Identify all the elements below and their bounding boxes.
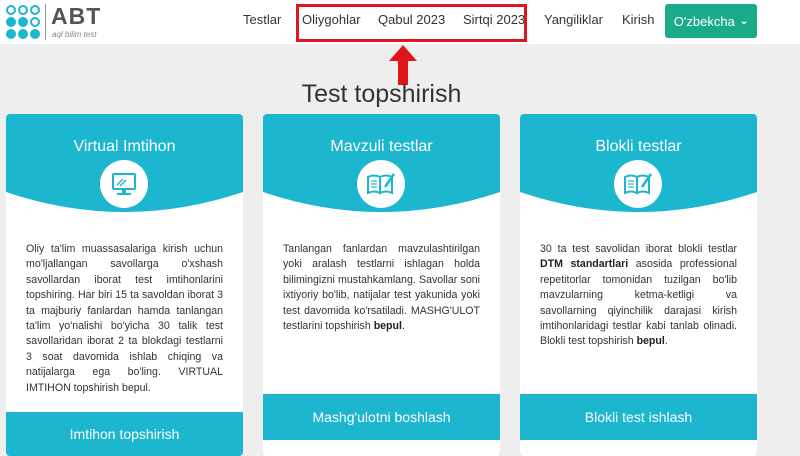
nav-item-yangiliklar[interactable]: Yangiliklar [544, 12, 603, 27]
card-description: Oliy ta'lim muassasalariga kirish uchun … [26, 243, 223, 394]
language-label: O'zbekcha [673, 13, 735, 29]
logo-subtitle: aql bilim test [52, 30, 97, 39]
top-navbar: ABT aql bilim test Testlar Oliygohlar Qa… [0, 0, 800, 44]
page-title: Test topshirish [301, 80, 462, 108]
imtihon-topshirish-button[interactable]: Imtihon topshirish [6, 412, 243, 456]
site-logo[interactable]: ABT aql bilim test [6, 3, 106, 40]
card-title: Virtual Imtihon [73, 138, 176, 155]
card-virtual-imtihon: Virtual Imtihon Oliy ta'lim muassasalari… [6, 114, 243, 456]
card-blokli-testlar: Blokli testlar 30 ta test savolidan ibor… [520, 114, 757, 456]
nav-item-kirish[interactable]: Kirish [622, 12, 655, 27]
book-pen-icon [614, 160, 662, 208]
book-pen-icon [357, 160, 405, 208]
card-mavzuli-testlar: Mavzuli testlar Tanlangan fanlardan mavz… [263, 114, 500, 456]
card-title: Mavzuli testlar [330, 138, 433, 155]
nav-item-testlar[interactable]: Testlar [243, 12, 281, 27]
annotation-arrow-icon [389, 45, 417, 85]
logo-title: ABT [51, 3, 102, 29]
mashgulotni-boshlash-button[interactable]: Mashg'ulotni boshlash [263, 394, 500, 440]
language-dropdown-button[interactable]: O'zbekcha ⌄ [665, 4, 757, 38]
monitor-icon [100, 160, 148, 208]
blokli-test-ishlash-button[interactable]: Blokli test ishlash [520, 394, 757, 440]
chevron-down-icon: ⌄ [739, 15, 749, 27]
card-title: Blokli testlar [595, 138, 682, 155]
logo-divider [45, 4, 46, 40]
card-description: Tanlangan fanlardan mavzulashtirilgan yo… [283, 243, 480, 333]
card-description: 30 ta test savolidan iborat blokli testl… [540, 243, 737, 348]
logo-dots-icon [6, 5, 40, 39]
annotation-highlight-box [296, 4, 527, 42]
